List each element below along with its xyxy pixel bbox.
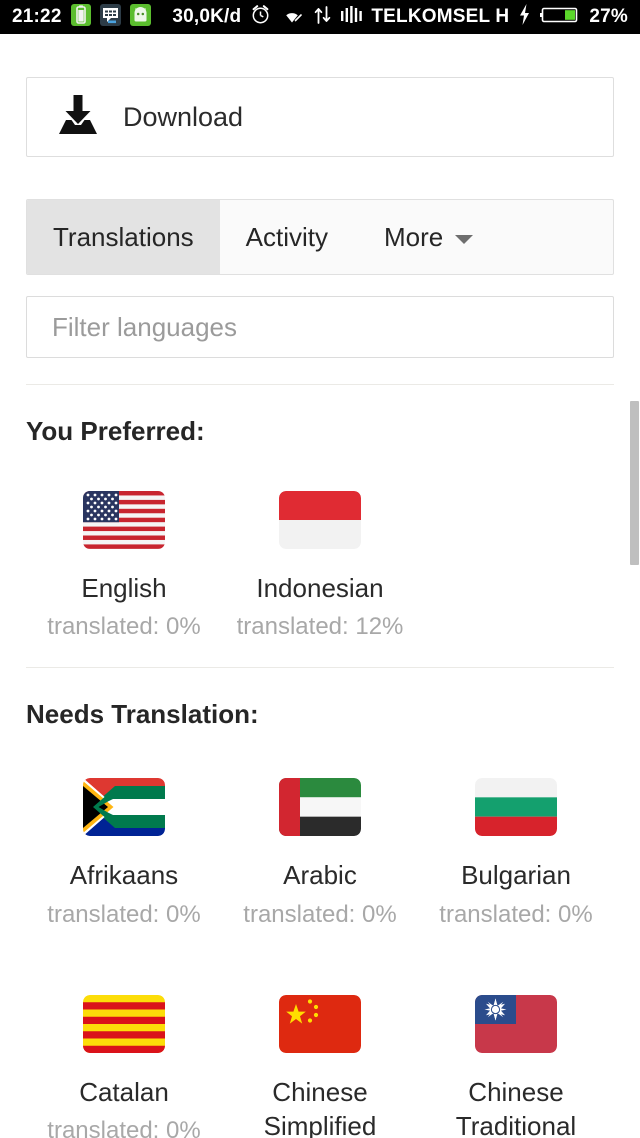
language-item-afrikaans[interactable]: Afrikaans translated: 0% xyxy=(26,778,222,934)
language-item-chinese-simplified[interactable]: Chinese Simplified xyxy=(222,994,418,1138)
language-progress: translated: 0% xyxy=(439,900,593,928)
language-item-catalan[interactable]: Catalan translated: 0% xyxy=(26,994,222,1138)
row-spacer xyxy=(26,935,222,995)
alarm-clock-icon xyxy=(250,4,271,30)
tab-more-label: More xyxy=(384,221,444,252)
row-spacer xyxy=(222,935,418,995)
carrier-label: TELKOMSEL H xyxy=(371,6,510,27)
scrollbar-track[interactable] xyxy=(630,200,640,1138)
divider-top xyxy=(26,384,614,385)
chevron-down-icon xyxy=(455,234,474,244)
flag-za-icon xyxy=(83,778,165,837)
language-item-chinese-traditional[interactable]: Chinese Traditional xyxy=(418,994,614,1138)
language-grid-preferred: English translated: 0% Indonesian transl… xyxy=(26,491,614,647)
wifi-icon xyxy=(280,5,305,30)
language-grid-needs: Afrikaans translated: 0% Arabic translat… xyxy=(26,778,614,1138)
battery-app-icon xyxy=(70,3,91,31)
language-progress: translated: 0% xyxy=(47,900,201,928)
grid-spacer xyxy=(418,491,614,647)
flag-id-icon xyxy=(279,491,361,549)
status-bar: 21:22 30,0K/d TELKOMSEL H 27% xyxy=(0,0,640,34)
language-name: Chinese Traditional xyxy=(455,1076,577,1138)
language-name: Catalan xyxy=(79,1076,169,1107)
language-item-bulgarian[interactable]: Bulgarian translated: 0% xyxy=(418,778,614,934)
language-name: Indonesian xyxy=(256,573,384,603)
android-app-icon xyxy=(129,3,151,31)
download-button[interactable]: Download xyxy=(26,77,614,157)
language-name: English xyxy=(81,573,167,603)
language-name: Bulgarian xyxy=(461,860,571,891)
language-name: Afrikaans xyxy=(69,860,179,891)
battery-level-icon xyxy=(540,5,580,30)
language-progress: translated: 0% xyxy=(47,1116,201,1138)
download-tray-icon xyxy=(55,94,101,141)
scrollbar-thumb[interactable] xyxy=(630,401,639,565)
flag-cn-icon xyxy=(279,994,361,1053)
language-progress: translated: 0% xyxy=(47,613,201,641)
section-title-needs: Needs Translation: xyxy=(26,699,259,730)
divider-middle xyxy=(26,667,614,669)
search-input[interactable] xyxy=(52,311,588,343)
clock-time: 21:22 xyxy=(12,6,62,27)
language-progress: translated: 0% xyxy=(243,900,397,928)
flag-tw-icon xyxy=(475,994,557,1053)
filter-languages-field[interactable] xyxy=(26,296,614,358)
download-label: Download xyxy=(123,101,244,132)
section-title-preferred: You Preferred: xyxy=(26,416,205,446)
tab-more[interactable]: More xyxy=(354,200,499,274)
row-spacer xyxy=(418,935,614,995)
status-bar-right: 30,0K/d TELKOMSEL H 27% xyxy=(172,4,628,30)
status-bar-left: 21:22 xyxy=(12,3,151,31)
data-transfer-icon xyxy=(314,5,331,30)
language-item-indonesian[interactable]: Indonesian translated: 12% xyxy=(222,491,418,647)
tab-translations[interactable]: Translations xyxy=(27,200,220,274)
tab-activity[interactable]: Activity xyxy=(220,200,354,274)
flag-bg-icon xyxy=(475,778,557,837)
flag-us-icon xyxy=(83,491,165,549)
chat-app-icon xyxy=(99,3,121,31)
tab-translations-label: Translations xyxy=(53,221,194,252)
tab-activity-label: Activity xyxy=(245,221,328,252)
language-name: Chinese Simplified xyxy=(263,1076,377,1138)
flag-catalonia-icon xyxy=(83,994,165,1053)
battery-percent-label: 27% xyxy=(589,6,628,27)
data-rate-label: 30,0K/d xyxy=(172,6,242,27)
lightning-bolt-icon xyxy=(518,4,531,30)
page-body: Download Translations Activity More You … xyxy=(0,34,640,1138)
content-container: Download Translations Activity More xyxy=(0,77,640,358)
flag-ae-icon xyxy=(279,778,361,837)
language-progress: translated: 12% xyxy=(236,613,404,641)
language-item-arabic[interactable]: Arabic translated: 0% xyxy=(222,778,418,934)
language-item-english[interactable]: English translated: 0% xyxy=(26,491,222,647)
signal-bars-icon xyxy=(340,5,363,30)
tab-bar: Translations Activity More xyxy=(26,199,614,275)
language-name: Arabic xyxy=(283,860,357,891)
